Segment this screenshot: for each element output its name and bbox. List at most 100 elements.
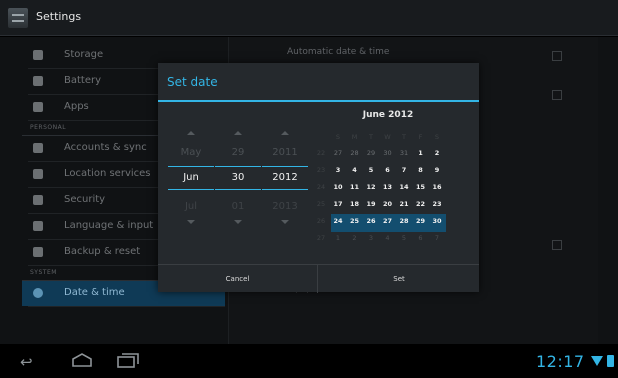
calendar-day[interactable]: 28 (348, 146, 362, 160)
calendar-day[interactable]: 11 (348, 180, 362, 194)
day-decrement-arrow-icon[interactable] (234, 220, 242, 224)
calendar-day[interactable]: 1 (331, 231, 345, 245)
calendar-day[interactable]: 21 (397, 197, 411, 211)
auto-date-label[interactable]: Automatic date & time (287, 47, 389, 57)
calendar-day[interactable]: 3 (331, 163, 345, 177)
calendar-day[interactable]: 5 (364, 163, 378, 177)
calendar-day[interactable]: 30 (381, 146, 395, 160)
calendar-day[interactable]: 29 (414, 214, 428, 228)
calendar-day[interactable]: 9 (430, 163, 444, 177)
calendar-day[interactable]: 27 (331, 146, 345, 160)
action-bar: Settings (0, 0, 618, 36)
status-clock: 12:17 (536, 352, 585, 371)
weekday-header: F (418, 133, 423, 141)
calendar-day[interactable]: 20 (381, 197, 395, 211)
year-highlight-top (262, 166, 308, 167)
month-increment-arrow-icon[interactable] (187, 131, 195, 135)
calendar-day[interactable]: 14 (397, 180, 411, 194)
calendar-day[interactable]: 15 (414, 180, 428, 194)
clock-icon (33, 288, 43, 298)
day-current-value[interactable]: 30 (215, 172, 261, 183)
system-navigation-bar: ↩ 12:17 (0, 344, 618, 378)
calendar-day[interactable]: 3 (364, 231, 378, 245)
weekday-header: S (434, 133, 440, 141)
section-label: SYSTEM (30, 269, 57, 276)
location-icon (33, 169, 43, 179)
calendar-day[interactable]: 4 (381, 231, 395, 245)
calendar-day[interactable]: 5 (397, 231, 411, 245)
month-highlight-top (168, 166, 214, 167)
calendar-day[interactable]: 31 (397, 146, 411, 160)
apps-icon (33, 102, 43, 112)
set-button[interactable]: Set (319, 265, 479, 293)
calendar-day[interactable]: 27 (381, 214, 395, 228)
calendar-day[interactable]: 25 (348, 214, 362, 228)
year-increment-arrow-icon[interactable] (281, 131, 289, 135)
month-spinner[interactable]: May Jun Jul (168, 131, 214, 235)
settings-app-icon[interactable] (8, 8, 28, 28)
calendar-day[interactable]: 6 (414, 231, 428, 245)
sync-icon (33, 143, 43, 153)
day-next-value: 01 (231, 201, 245, 212)
calendar-day[interactable]: 18 (348, 197, 362, 211)
calendar-day[interactable]: 26 (364, 214, 378, 228)
sidebar-item-label: Battery (64, 75, 102, 86)
year-spinner[interactable]: 2011 2012 2013 (262, 131, 308, 235)
auto-timezone-checkbox[interactable] (552, 90, 562, 100)
app-title: Settings (36, 10, 82, 23)
weekday-header: T (402, 133, 406, 141)
calendar-day[interactable]: 12 (364, 180, 378, 194)
calendar-day[interactable]: 17 (331, 197, 345, 211)
calendar-day[interactable]: 29 (364, 146, 378, 160)
calendar-day[interactable]: 22 (414, 197, 428, 211)
calendar-day[interactable]: 4 (348, 163, 362, 177)
cancel-button[interactable]: Cancel (158, 265, 318, 293)
calendar-day[interactable]: 16 (430, 180, 444, 194)
week-number: 22 (316, 149, 326, 157)
calendar-day[interactable]: 7 (430, 231, 444, 245)
sidebar-item-label: Language & input (64, 220, 154, 231)
month-current-value[interactable]: Jun (168, 172, 214, 183)
dialog-title: Set date (167, 75, 218, 89)
recent-apps-icon[interactable] (117, 353, 139, 368)
set-date-dialog: Set date May Jun Jul 29 30 01 2011 2012 … (158, 63, 479, 293)
calendar-day[interactable]: 7 (397, 163, 411, 177)
sidebar-item-label: Backup & reset (64, 246, 141, 257)
calendar-day[interactable]: 2 (430, 146, 444, 160)
auto-date-checkbox[interactable] (552, 51, 562, 61)
calendar-day[interactable]: 28 (397, 214, 411, 228)
calendar-day[interactable]: 8 (414, 163, 428, 177)
calendar-day[interactable]: 30 (430, 214, 444, 228)
year-decrement-arrow-icon[interactable] (281, 220, 289, 224)
wifi-icon (591, 356, 603, 366)
weekday-header: S (335, 133, 341, 141)
calendar-day[interactable]: 10 (331, 180, 345, 194)
calendar-day[interactable]: 23 (430, 197, 444, 211)
calendar-day[interactable]: 19 (364, 197, 378, 211)
back-icon[interactable]: ↩ (20, 353, 33, 371)
year-prev-value: 2011 (272, 147, 298, 158)
week-number: 25 (316, 200, 326, 208)
sidebar-item-label: Apps (64, 101, 89, 112)
day-prev-value: 29 (231, 147, 245, 158)
section-label: PERSONAL (30, 124, 67, 131)
lock-icon (33, 195, 43, 205)
weekday-header: T (369, 133, 373, 141)
backup-icon (33, 247, 43, 257)
year-current-value[interactable]: 2012 (262, 172, 308, 183)
day-spinner[interactable]: 29 30 01 (215, 131, 261, 235)
calendar-day[interactable]: 2 (348, 231, 362, 245)
week-number: 23 (316, 166, 326, 174)
calendar-day[interactable]: 13 (381, 180, 395, 194)
calendar-month-title: June 2012 (362, 110, 414, 120)
use-24-hour-checkbox[interactable] (552, 240, 562, 250)
sidebar-item-label: Date & time (64, 287, 125, 298)
calendar-day[interactable]: 1 (414, 146, 428, 160)
day-increment-arrow-icon[interactable] (234, 131, 242, 135)
month-next-value: Jul (184, 201, 198, 212)
day-highlight-bottom (215, 189, 261, 190)
month-decrement-arrow-icon[interactable] (187, 220, 195, 224)
calendar-day[interactable]: 24 (331, 214, 345, 228)
calendar-day[interactable]: 6 (381, 163, 395, 177)
home-icon[interactable] (71, 353, 93, 367)
